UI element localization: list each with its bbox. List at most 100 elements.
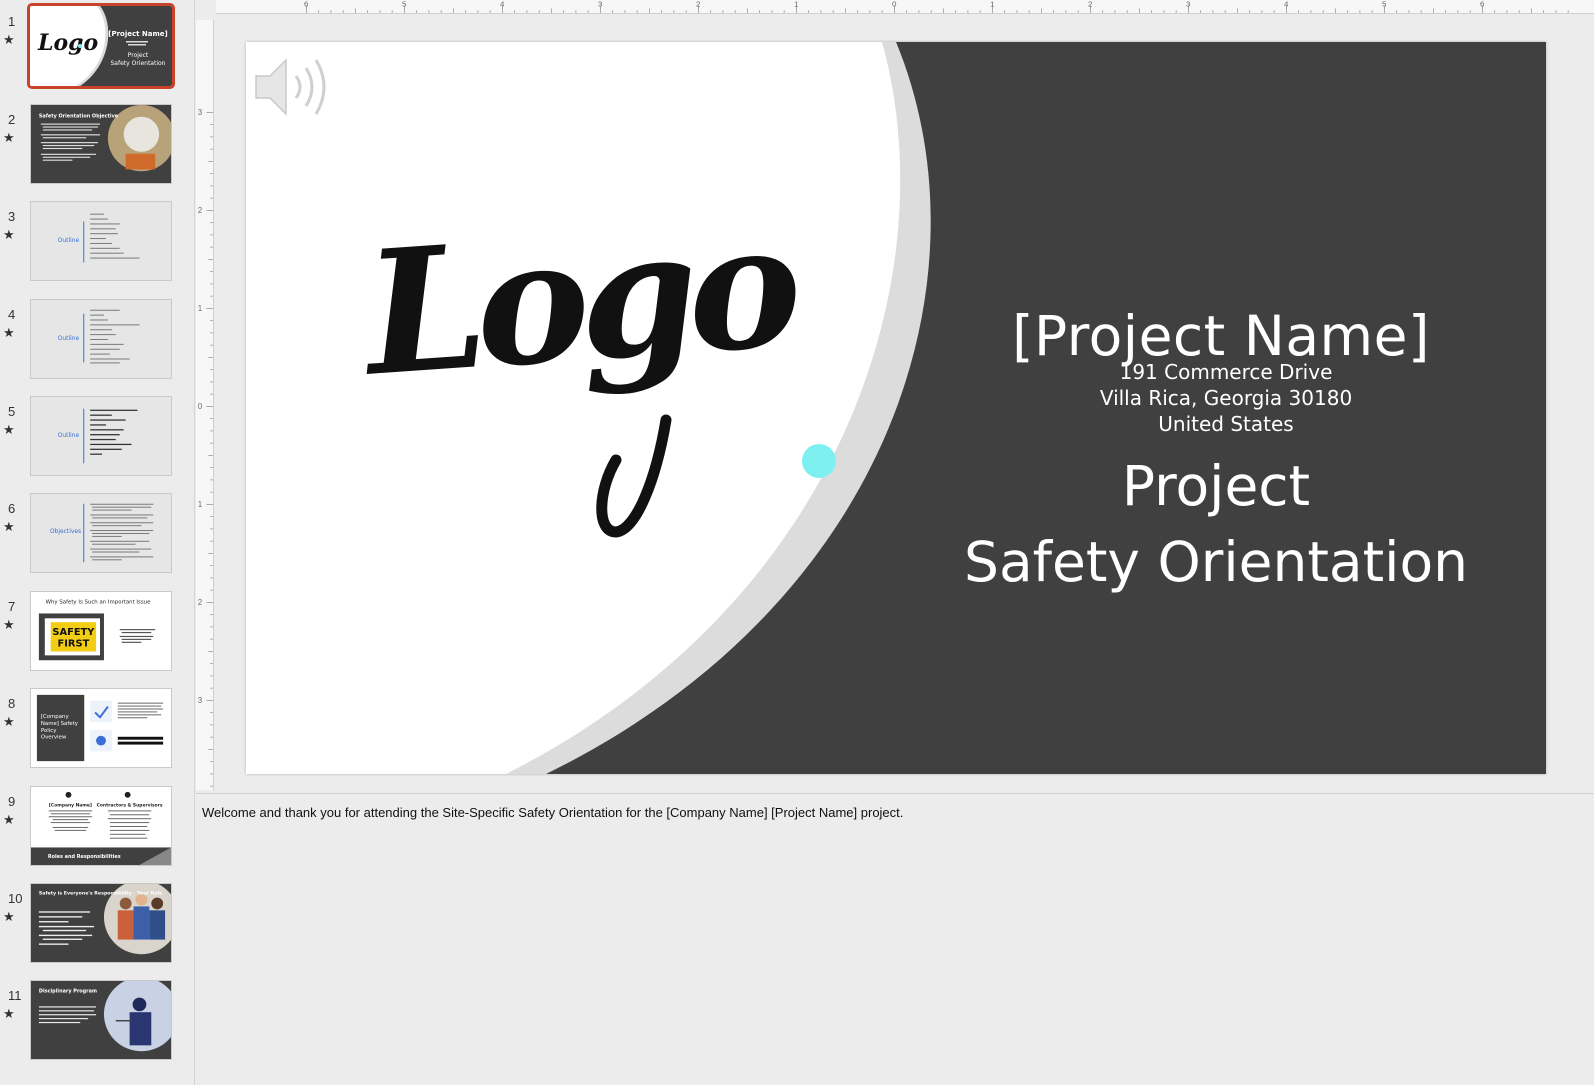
svg-text:Policy: Policy	[41, 728, 57, 734]
ruler-tick	[1445, 10, 1447, 13]
animation-star-icon: ★	[3, 909, 15, 924]
slide-thumbnail-9-row[interactable]: 9 ★ [Company Name] Contractors & Supervi…	[0, 786, 194, 876]
ruler-tick	[210, 516, 213, 518]
slide-thumbnail-1-row[interactable]: 1 ★ Logo [Project Name] Project Safety O…	[0, 3, 194, 96]
ruler-tick	[208, 553, 213, 554]
ruler-label: 3	[198, 108, 202, 117]
slide-thumbnail-9[interactable]: [Company Name] Contractors & Supervisors…	[30, 786, 172, 866]
ruler-tick	[869, 10, 871, 13]
ruler-tick	[1053, 10, 1055, 13]
thumb-sign-line1: SAFETY	[52, 627, 95, 638]
subtitle-line-1[interactable]: Project	[946, 454, 1486, 518]
slide-thumbnail-4[interactable]: Outline	[30, 299, 172, 379]
ruler-tick	[206, 210, 213, 211]
thumb-logo-text: Logo	[37, 30, 98, 56]
slide-thumbnail-5[interactable]: Outline	[30, 396, 172, 476]
speaker-icon[interactable]	[252, 54, 332, 120]
slide-number: 11	[8, 988, 22, 1003]
ruler-label: 1	[794, 0, 798, 8]
ruler-label: 6	[304, 0, 308, 8]
ruler-label: 2	[696, 0, 700, 8]
ruler-tick	[1126, 10, 1128, 13]
vertical-ruler[interactable]: 3 2 1 0 1 2 3	[196, 20, 214, 790]
ruler-tick	[1065, 10, 1067, 13]
ruler-tick	[208, 749, 213, 750]
slide-thumbnail-6[interactable]: Objectives	[30, 493, 172, 573]
slide-thumbnail-8-row[interactable]: 8 ★ [Company Name] Safety Policy Overvie…	[0, 688, 194, 778]
ruler-label: 2	[198, 598, 202, 607]
ruler-tick	[1077, 10, 1079, 13]
slide-thumbnail-11-row[interactable]: 11 ★ Disciplinary Program	[0, 980, 194, 1070]
speaker-notes-text[interactable]: Welcome and thank you for attending the …	[202, 805, 903, 820]
ruler-tick	[661, 10, 663, 13]
slide-thumbnail-10-row[interactable]: 10 ★ Safety is Everyone's Responsibility…	[0, 883, 194, 973]
slide-canvas[interactable]: Logo [Project Name] 191 Commerce Drive V…	[246, 42, 1546, 774]
ruler-label: 0	[892, 0, 896, 8]
ruler-tick	[1237, 8, 1238, 13]
slide-number: 5	[8, 404, 16, 419]
ruler-tick	[1543, 10, 1545, 13]
svg-text:Safety Orientation: Safety Orientation	[111, 60, 166, 67]
ruler-tick	[820, 10, 822, 13]
ruler-tick	[1322, 10, 1324, 13]
address-line-1[interactable]: 191 Commerce Drive	[1026, 360, 1426, 384]
thumb-title: Why Safety Is Such an Important Issue	[46, 600, 151, 606]
ruler-tick	[210, 467, 213, 469]
ruler-tick	[210, 687, 213, 689]
slide-thumbnail-3-row[interactable]: 3 ★ Outline	[0, 201, 194, 291]
ruler-tick	[367, 10, 369, 13]
slide-thumbnail-3[interactable]: Outline	[30, 201, 172, 281]
logo: Logo	[360, 160, 836, 540]
address-line-2[interactable]: Villa Rica, Georgia 30180	[1026, 386, 1426, 410]
ruler-tick	[722, 10, 724, 13]
slide-number: 4	[8, 307, 16, 322]
slide-thumbnail-7-row[interactable]: 7 ★ Why Safety Is Such an Important Issu…	[0, 591, 194, 681]
ruler-tick	[210, 565, 213, 567]
address-line-3[interactable]: United States	[1026, 412, 1426, 436]
slide-thumbnail-7[interactable]: Why Safety Is Such an Important Issue SA…	[30, 591, 172, 671]
ruler-tick	[673, 10, 675, 13]
slide-title[interactable]: [Project Name]	[976, 304, 1466, 368]
ruler-tick	[210, 479, 213, 481]
ruler-tick	[210, 528, 213, 530]
slide-thumbnail-1[interactable]: Logo [Project Name] Project Safety Orien…	[27, 3, 175, 89]
ruler-tick	[210, 246, 213, 248]
ruler-label: 5	[1382, 0, 1386, 8]
slide-thumbnail-2[interactable]: Safety Orientation Objective	[30, 104, 172, 184]
ruler-tick	[1396, 10, 1398, 13]
slide-thumbnail-pane[interactable]: 1 ★ Logo [Project Name] Project Safety O…	[0, 0, 195, 1085]
ruler-tick	[210, 222, 213, 224]
ruler-tick	[342, 10, 344, 13]
slide-thumbnail-11[interactable]: Disciplinary Program	[30, 980, 172, 1060]
ruler-tick	[563, 10, 565, 13]
ruler-tick	[206, 406, 213, 407]
ruler-tick	[208, 161, 213, 162]
ruler-tick	[612, 10, 614, 13]
slide-thumbnail-10[interactable]: Safety is Everyone's Responsibility - Yo…	[30, 883, 172, 963]
ruler-tick	[210, 148, 213, 150]
slide-thumbnail-4-row[interactable]: 4 ★ Outline	[0, 299, 194, 389]
ruler-tick	[930, 10, 932, 13]
ruler-tick	[1212, 10, 1214, 13]
ruler-tick	[857, 10, 859, 13]
slide-thumbnail-2-row[interactable]: 2 ★ Safety Orientation Objective	[0, 104, 194, 194]
horizontal-ruler[interactable]: 6 5 4 3 2 1 0 1 2 3 4 5 6	[216, 0, 1594, 14]
ruler-tick	[210, 614, 213, 616]
ruler-tick	[477, 10, 479, 13]
ruler-tick	[210, 381, 213, 383]
ruler-tick	[710, 10, 712, 13]
ruler-label: 6	[1480, 0, 1484, 8]
ruler-tick	[526, 10, 528, 13]
slide-thumbnail-8[interactable]: [Company Name] Safety Policy Overview	[30, 688, 172, 768]
slide-number: 10	[8, 891, 23, 906]
slide-thumbnail-6-row[interactable]: 6 ★ Objectives	[0, 493, 194, 583]
slide-number: 9	[8, 794, 16, 809]
slide-thumbnail-5-row[interactable]: 5 ★ Outline	[0, 396, 194, 486]
subtitle-line-2[interactable]: Safety Orientation	[946, 530, 1486, 594]
ruler-tick	[206, 112, 213, 113]
ruler-tick	[210, 540, 213, 542]
ruler-tick	[208, 259, 213, 260]
speaker-notes-pane[interactable]: Welcome and thank you for attending the …	[196, 793, 1594, 1085]
animation-star-icon: ★	[3, 32, 15, 47]
ruler-tick	[210, 418, 213, 420]
